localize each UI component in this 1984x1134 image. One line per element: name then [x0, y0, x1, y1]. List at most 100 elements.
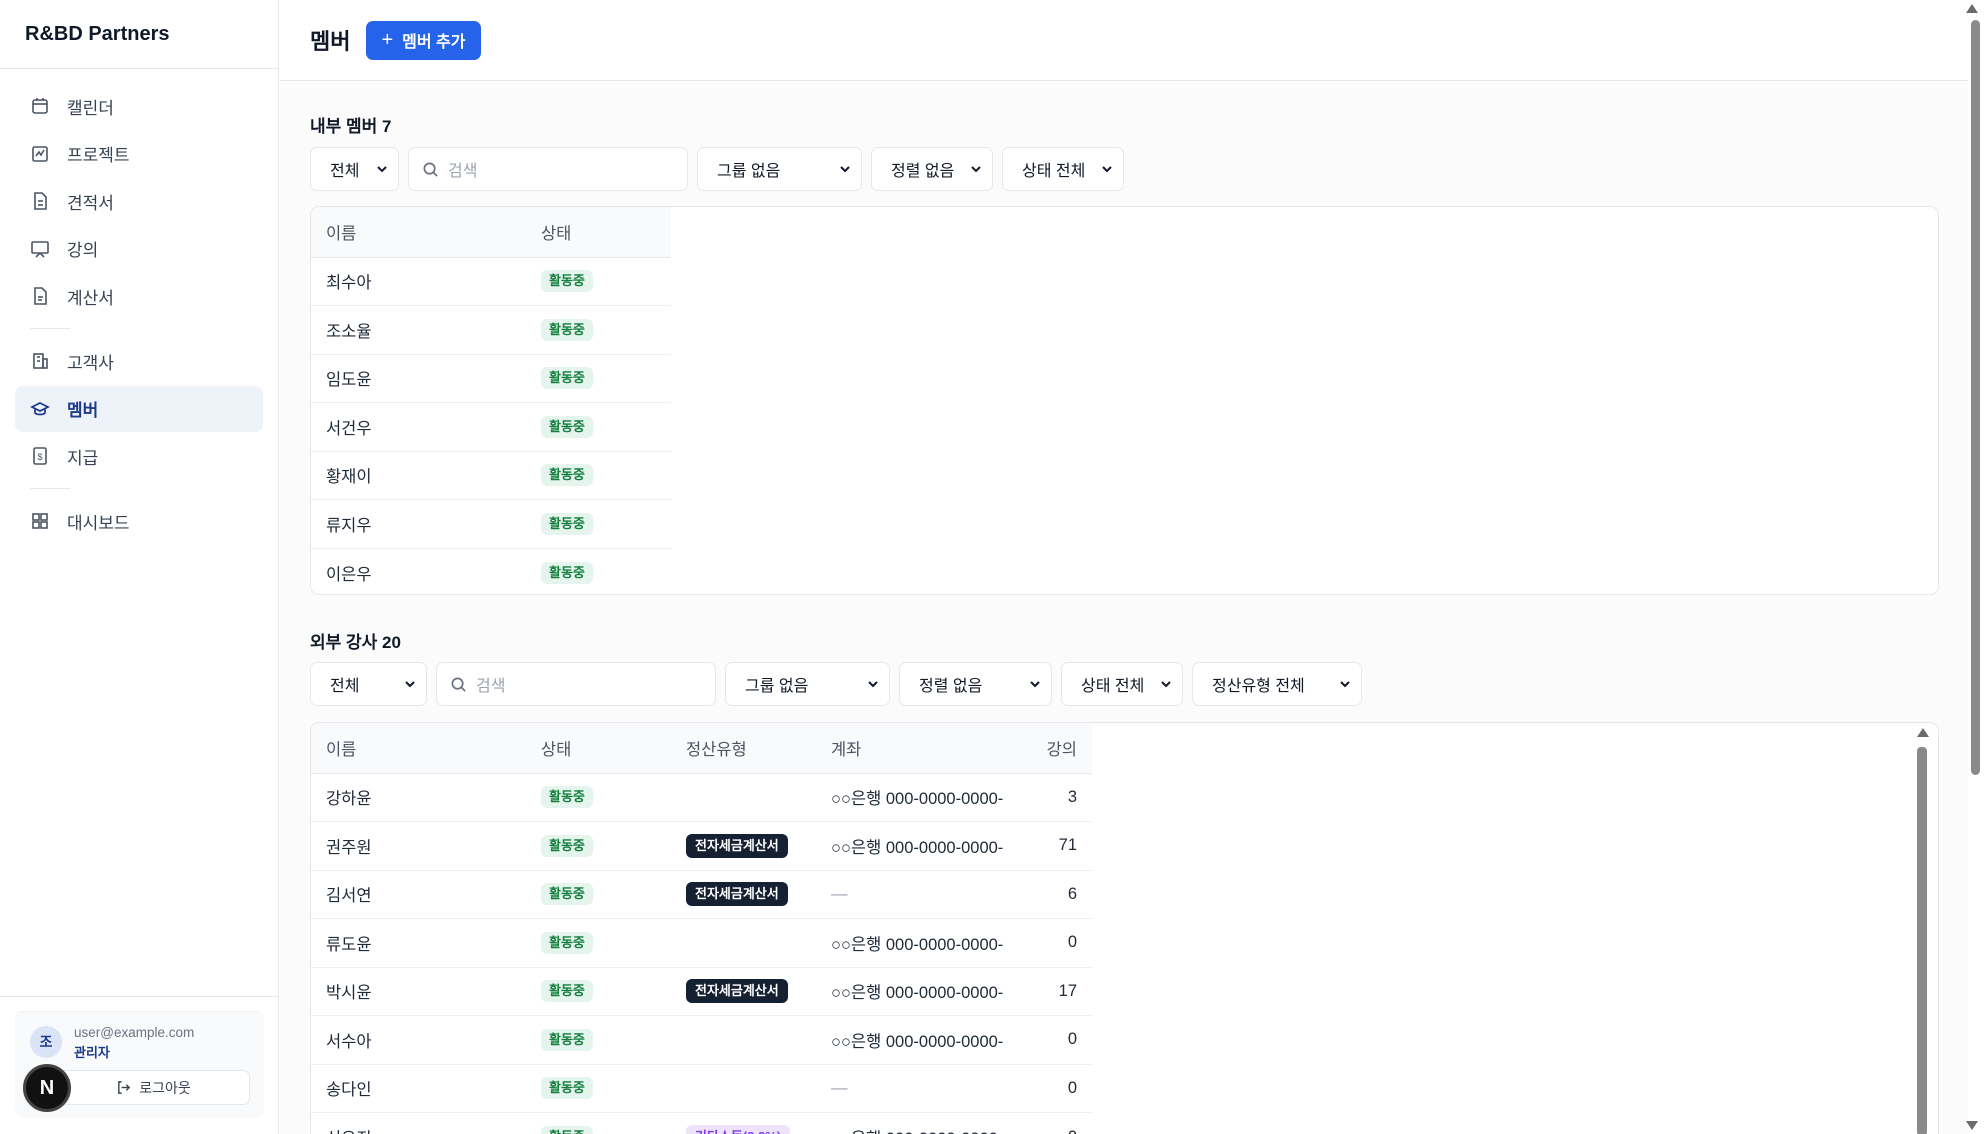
lecture-count: 17 — [1016, 967, 1092, 1016]
table-row[interactable]: 임도윤 활동중 — [311, 354, 671, 403]
sort-select[interactable]: 정렬 없음 — [899, 662, 1052, 706]
user-email: user@example.com — [74, 1025, 195, 1040]
group-select[interactable]: 그룹 없음 — [697, 147, 862, 191]
sidebar-item-lecture[interactable]: 강의 — [15, 226, 263, 272]
status-cell: 활동중 — [526, 821, 671, 871]
sidebar-item-clients[interactable]: 고객사 — [15, 338, 263, 384]
search-input[interactable]: 검색 — [408, 147, 688, 191]
member-name: 서건우 — [311, 402, 526, 452]
settle-type-cell — [671, 1064, 816, 1113]
search-icon — [451, 677, 466, 692]
sidebar-item-label: 프로젝트 — [67, 146, 130, 165]
sidebar-item-members[interactable]: 멤버 — [15, 385, 263, 432]
settle-type-select[interactable]: 정산유형 전체 — [1192, 662, 1362, 706]
status-cell: 활동중 — [526, 1015, 671, 1065]
chevron-down-icon — [1030, 681, 1040, 688]
settle-type-badge: 기타소득(8.8%) — [686, 1125, 791, 1134]
column-header-status[interactable]: 상태 — [526, 207, 671, 258]
external-filters: 전체 검색 그룹 없음 정렬 없음 상태 전체 정산유형 전체 — [310, 662, 1362, 706]
lecture-count: 71 — [1016, 821, 1092, 871]
logout-label: 로그아웃 — [139, 1079, 191, 1096]
sidebar-item-dashboard[interactable]: 대시보드 — [15, 498, 263, 544]
table-row[interactable]: 송다인 활동중 — 0 — [311, 1064, 1092, 1113]
add-member-button[interactable]: + 멤버 추가 — [366, 20, 481, 60]
column-header-name[interactable]: 이름 — [311, 207, 526, 258]
status-badge: 활동중 — [541, 834, 593, 857]
page-scroll-down-arrow[interactable] — [1966, 1121, 1978, 1130]
status-select[interactable]: 상태 전체 — [1061, 662, 1183, 706]
table-row[interactable]: 강하윤 활동중 ○○은행 000-0000-0000- 3 — [311, 773, 1092, 822]
nav-divider — [30, 488, 70, 489]
status-select[interactable]: 상태 전체 — [1002, 147, 1124, 191]
brand-logo[interactable]: R&BD Partners — [0, 0, 278, 69]
scope-select-value: 전체 — [330, 678, 360, 695]
sidebar-item-label: 멤버 — [67, 401, 99, 420]
chevron-down-icon — [971, 166, 981, 173]
status-cell: 활동중 — [526, 402, 671, 452]
logout-icon — [118, 1081, 131, 1094]
sidebar-item-invoice[interactable]: 계산서 — [15, 273, 263, 319]
status-badge: 활동중 — [541, 1028, 593, 1051]
group-select[interactable]: 그룹 없음 — [725, 662, 890, 706]
dev-tools-badge[interactable]: N — [23, 1064, 71, 1112]
account-cell: ○○은행 000-0000-0000- — [816, 821, 1016, 871]
internal-section-title: 내부 멤버 7 — [310, 117, 392, 136]
lecture-count: 0 — [1016, 1113, 1092, 1134]
plus-icon: + — [381, 28, 394, 51]
column-header-name[interactable]: 이름 — [311, 723, 526, 774]
table-row[interactable]: 류지우 활동중 — [311, 499, 671, 549]
column-header-lectures[interactable]: 강의 — [1016, 723, 1092, 774]
status-badge: 활동중 — [541, 464, 593, 487]
sidebar-item-label: 대시보드 — [67, 513, 130, 533]
page-header: 멤버 + 멤버 추가 — [280, 0, 1968, 81]
table-row[interactable]: 이은우 활동중 — [311, 548, 671, 594]
column-header-account[interactable]: 계좌 — [816, 723, 1016, 774]
inner-scrollbar-thumb[interactable] — [1917, 747, 1927, 1134]
external-table: 이름 상태 정산유형 계좌 강의 강하윤 활동중 ○○은행 000-0000-0… — [311, 723, 1092, 1134]
column-header-status[interactable]: 상태 — [526, 723, 671, 774]
search-input[interactable]: 검색 — [436, 662, 716, 706]
column-header-settle-type[interactable]: 정산유형 — [671, 723, 816, 774]
sort-select[interactable]: 정렬 없음 — [871, 147, 993, 191]
table-row[interactable]: 박시윤 활동중 전자세금계산서 ○○은행 000-0000-0000- 17 — [311, 967, 1092, 1016]
scope-select[interactable]: 전체 — [310, 662, 427, 706]
chevron-down-icon — [1340, 681, 1350, 688]
table-row[interactable]: 류도윤 활동중 ○○은행 000-0000-0000- 0 — [311, 918, 1092, 968]
table-row[interactable]: 권주원 활동중 전자세금계산서 ○○은행 000-0000-0000- 71 — [311, 821, 1092, 871]
table-row[interactable]: 김서연 활동중 전자세금계산서 — 6 — [311, 870, 1092, 919]
status-badge: 활동중 — [541, 931, 593, 954]
sort-select-value: 정렬 없음 — [919, 678, 983, 695]
inner-scroll-up-arrow[interactable] — [1917, 728, 1929, 737]
sidebar-item-project[interactable]: 프로젝트 — [15, 131, 263, 177]
table-row[interactable]: 최수아 활동중 — [311, 257, 671, 306]
status-cell: 활동중 — [526, 305, 671, 355]
sidebar-item-calendar[interactable]: 캘린더 — [15, 83, 263, 129]
avatar: 조 — [30, 1026, 62, 1058]
content-area: 내부 멤버 7 전체 검색 그룹 없음 정렬 없음 상태 전체 이름 상태 최수… — [280, 82, 1968, 1134]
sidebar-item-estimate[interactable]: 견적서 — [15, 178, 263, 224]
table-row[interactable]: 서건우 활동중 — [311, 402, 671, 452]
invoice-icon — [30, 286, 50, 306]
payment-icon: $ — [30, 446, 50, 466]
search-placeholder: 검색 — [448, 163, 478, 180]
estimate-icon — [30, 191, 50, 211]
member-name: 최수아 — [311, 257, 526, 306]
page-scroll-up-arrow[interactable] — [1966, 4, 1978, 13]
scope-select[interactable]: 전체 — [310, 147, 399, 191]
status-cell: 활동중 — [526, 499, 671, 549]
chevron-down-icon — [377, 166, 387, 173]
logout-button[interactable]: 로그아웃 — [57, 1070, 250, 1105]
search-placeholder: 검색 — [476, 678, 506, 695]
member-name: 류도윤 — [311, 918, 526, 968]
table-row[interactable]: 서수아 활동중 ○○은행 000-0000-0000- 0 — [311, 1015, 1092, 1065]
table-row[interactable]: 조소율 활동중 — [311, 305, 671, 355]
status-badge: 활동중 — [541, 561, 593, 584]
settle-type-select-value: 정산유형 전체 — [1212, 678, 1305, 695]
page-scrollbar-thumb[interactable] — [1971, 20, 1980, 775]
status-badge: 활동중 — [541, 367, 593, 390]
table-row[interactable]: 신유진 활동중 기타소득(8.8%) ○○은행 000-0000-0000- 0 — [311, 1113, 1092, 1134]
table-row[interactable]: 황재이 활동중 — [311, 451, 671, 500]
sidebar-item-payment[interactable]: $ 지급 — [15, 433, 263, 479]
chevron-down-icon — [1161, 681, 1171, 688]
group-select-value: 그룹 없음 — [717, 163, 781, 180]
